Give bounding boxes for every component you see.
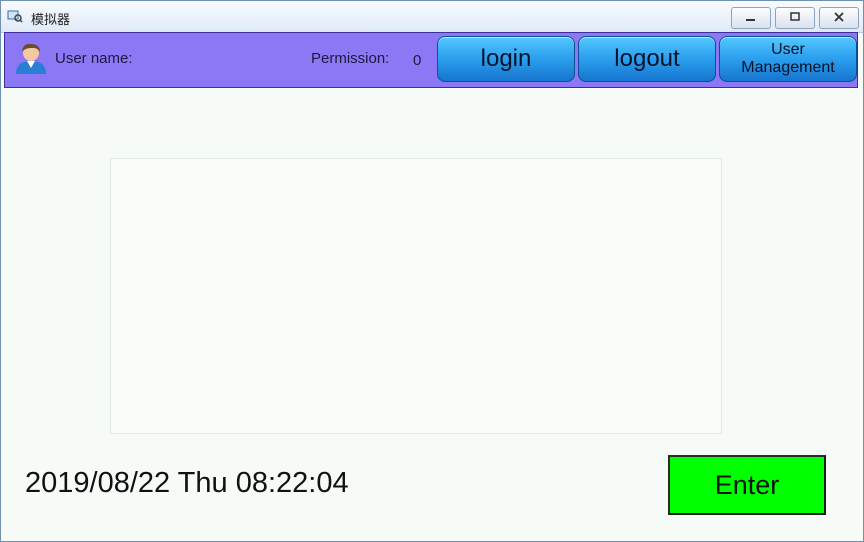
simulator-window: 模拟器 User name: Permission: 0 login logou… <box>0 0 864 542</box>
username-label: User name: <box>55 50 133 67</box>
user-management-button[interactable]: User Management <box>719 36 857 82</box>
minimize-icon <box>746 19 755 21</box>
logout-button-label: logout <box>614 45 680 72</box>
window-title: 模拟器 <box>31 13 71 28</box>
login-button-label: login <box>480 45 532 72</box>
minimize-button[interactable] <box>731 7 771 29</box>
datetime-display: 2019/08/22 Thu 08:22:04 <box>25 467 349 499</box>
close-button[interactable] <box>819 7 859 29</box>
title-bar: 模拟器 <box>1 1 863 33</box>
permission-value: 0 <box>413 52 422 69</box>
user-management-label: User Management <box>741 41 834 77</box>
logout-button[interactable]: logout <box>578 36 716 82</box>
restore-icon <box>790 12 800 21</box>
user-toolbar: User name: Permission: 0 login logout Us… <box>4 32 858 88</box>
enter-button[interactable]: Enter <box>668 455 826 515</box>
user-management-label-line1: User <box>771 41 805 58</box>
close-icon <box>834 12 844 22</box>
restore-button[interactable] <box>775 7 815 29</box>
login-button[interactable]: login <box>437 36 575 82</box>
enter-button-label: Enter <box>714 469 780 500</box>
user-management-label-line2: Management <box>741 59 835 76</box>
app-icon <box>7 9 23 23</box>
permission-label: Permission: <box>311 50 390 67</box>
user-avatar-icon <box>13 41 49 75</box>
display-panel <box>110 158 722 434</box>
